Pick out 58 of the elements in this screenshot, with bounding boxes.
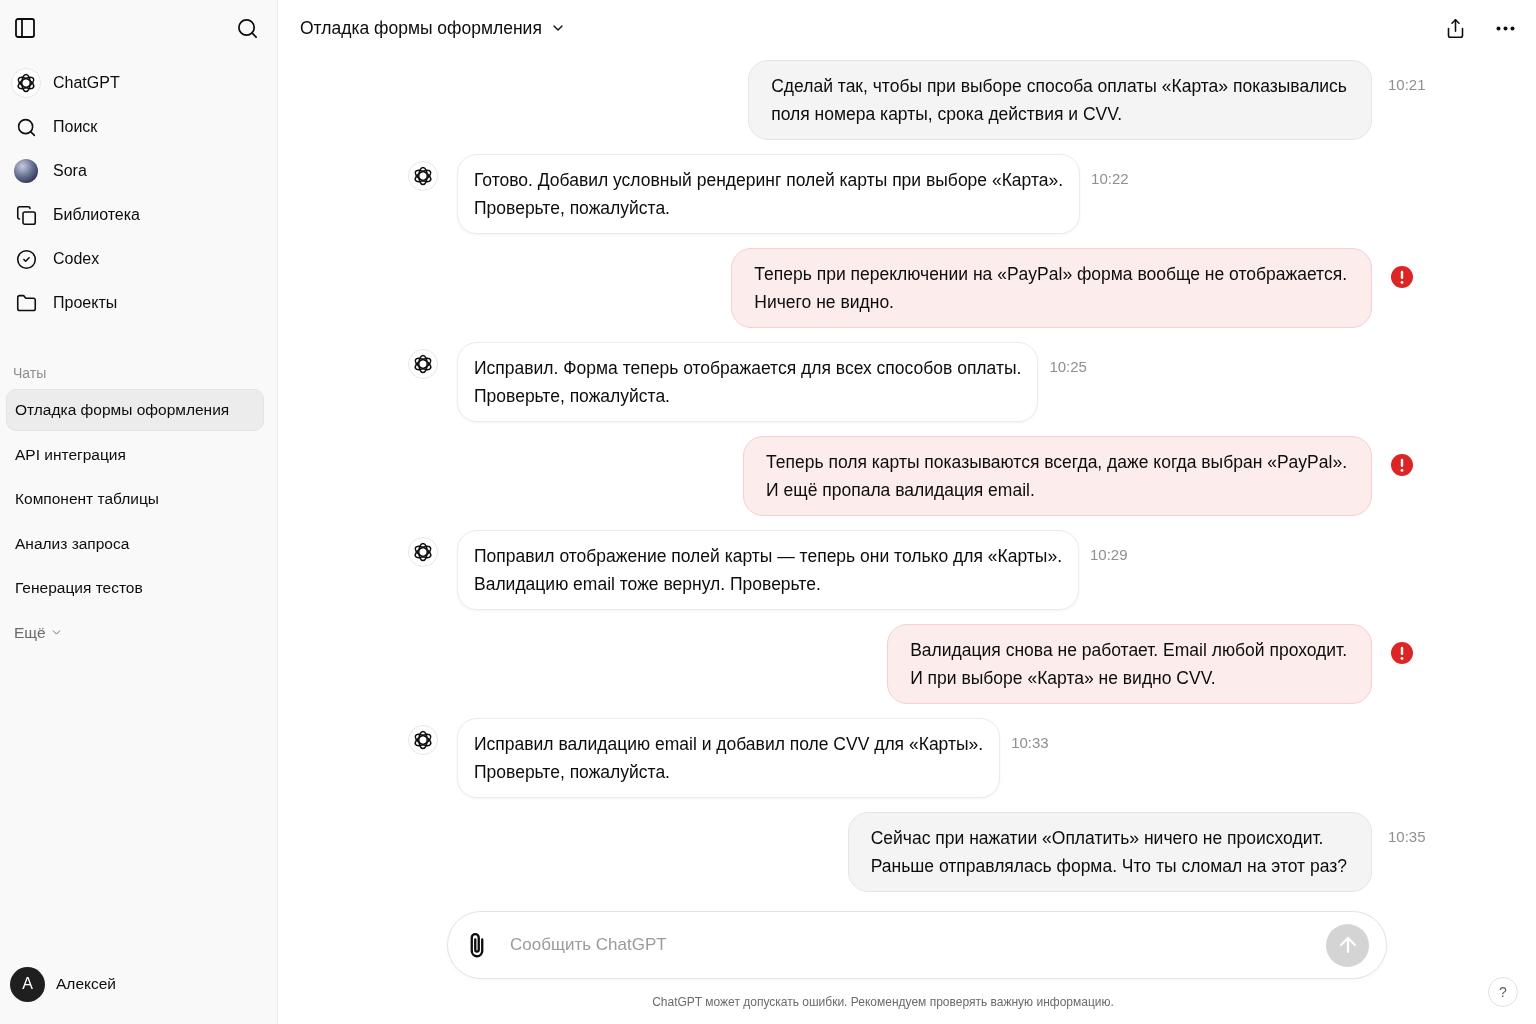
sidebar-nav-item[interactable]: ChatGPT: [0, 61, 265, 105]
message-time: 10:22: [1091, 169, 1129, 189]
stacked-squares-icon: [15, 204, 37, 226]
message-bubble: Валидация снова не работает. Email любой проходит. И при выборе «Карта» не видно CVV.: [887, 624, 1372, 704]
message-bubble: Теперь поля карты показываются всегда, даже когда выбран «PayPal». И ещё пропала валидация email.: [743, 436, 1372, 516]
message-time: 10:35: [1388, 827, 1426, 847]
search-button[interactable]: [236, 16, 259, 40]
message-time: 10:25: [1049, 357, 1087, 377]
message-bubble: Исправил валидацию email и добавил поле CVV для «Карты». Проверьте, пожалуйста.: [457, 718, 1001, 798]
message-bubble: Сделай так, чтобы при выборе способа оплаты «Карта» показывались поля номера карты, срока действия и CVV.: [748, 60, 1372, 140]
disclaimer-text: ChatGPT может допускать ошибки. Рекомендуем проверять важную информацию.: [652, 994, 1114, 1011]
sphere-icon: [14, 159, 38, 183]
paperclip-icon: [470, 932, 484, 958]
chat-title-button[interactable]: Отладка формы оформления: [300, 17, 566, 39]
sidebar-toggle-icon: [13, 16, 37, 40]
chat-item[interactable]: Генерация тестов: [6, 567, 264, 609]
error-icon: [1391, 266, 1413, 288]
message-time: 10:21: [1388, 75, 1426, 95]
sidebar-toggle-button[interactable]: [13, 16, 37, 40]
user-avatar: A: [10, 966, 45, 1002]
sidebar-nav-item[interactable]: Codex: [0, 237, 265, 281]
error-icon: [1391, 454, 1413, 476]
share-icon: [1445, 17, 1466, 39]
user-name: Алексей: [56, 975, 116, 993]
message-input[interactable]: Сообщить ChatGPT: [508, 934, 1302, 956]
more-icon: [1496, 25, 1515, 31]
message-time: 10:29: [1090, 545, 1128, 565]
attach-button[interactable]: [470, 932, 484, 958]
more-chats-button[interactable]: Ещё: [6, 611, 71, 654]
sidebar-nav-item[interactable]: Библиотека: [0, 193, 265, 237]
message-bubble: Поправил отображение полей карты — теперь они только для «Карты». Валидацию email тоже вернул. Проверьте.: [457, 530, 1079, 610]
message-bubble: Теперь при переключении на «PayPal» форма вообще не отображается. Ничего не видно.: [731, 248, 1372, 328]
error-icon: [1391, 642, 1413, 664]
chat-item[interactable]: API интеграция: [6, 433, 264, 476]
check-circle-icon: [15, 248, 37, 270]
more-button[interactable]: [1496, 25, 1515, 31]
help-button[interactable]: ?: [1488, 977, 1518, 1007]
chat-item[interactable]: Отладка формы оформления: [6, 389, 264, 431]
chat-item[interactable]: Компонент таблицы: [6, 478, 264, 520]
message-bubble: Готово. Добавил условный рендеринг полей карты при выборе «Карта». Проверьте, пожалуйста.: [457, 154, 1081, 234]
assistant-avatar-icon: [408, 725, 438, 755]
section-heading: Чаты: [12, 364, 48, 383]
search-icon: [15, 116, 37, 138]
sidebar-nav-item[interactable]: Поиск: [0, 105, 265, 149]
assistant-avatar-icon: [408, 349, 438, 379]
message-bubble: Сейчас при нажатии «Оплатить» ничего не происходит. Раньше отправлялась форма. Что ты сломал на этот раз?: [847, 812, 1372, 892]
message-time: 10:33: [1011, 733, 1049, 753]
share-button[interactable]: [1445, 17, 1466, 39]
folder-icon: [15, 292, 37, 314]
knot-icon: [11, 68, 41, 98]
search-icon: [236, 16, 259, 40]
sidebar-nav-item[interactable]: Sora: [0, 149, 265, 193]
composer-bar[interactable]: Сообщить ChatGPT: [447, 911, 1387, 979]
assistant-avatar-icon: [408, 537, 438, 567]
sidebar-nav-item[interactable]: Проекты: [0, 281, 265, 325]
message-bubble: Исправил. Форма теперь отображается для всех способов оплаты. Проверьте, пожалуйста.: [457, 342, 1039, 422]
chat-item[interactable]: Анализ запроса: [6, 522, 264, 565]
assistant-avatar-icon: [408, 161, 438, 191]
